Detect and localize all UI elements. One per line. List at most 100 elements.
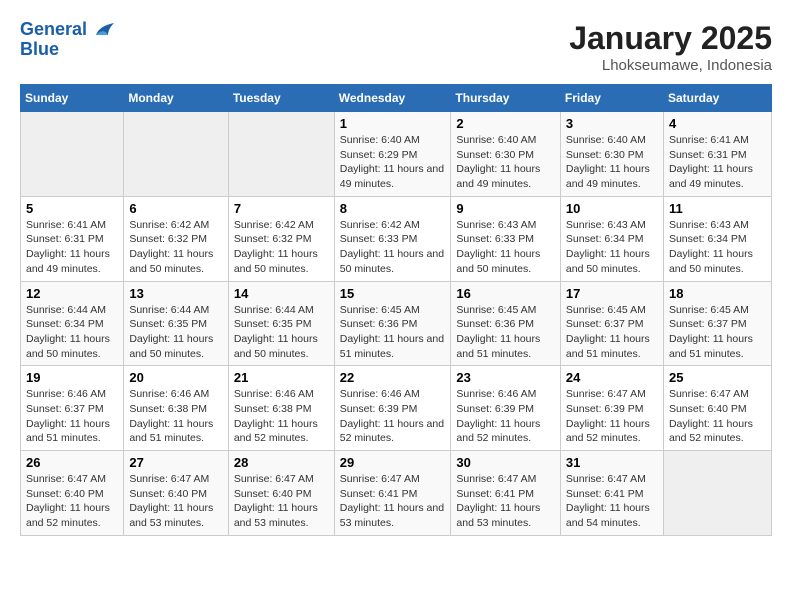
day-number: 3 [566,116,658,131]
daylight-text: Daylight: 11 hours and 50 minutes. [456,248,540,275]
sunset-text: Sunset: 6:37 PM [669,318,747,330]
day-cell: 23 Sunrise: 6:46 AM Sunset: 6:39 PM Dayl… [451,366,560,451]
week-row-4: 19 Sunrise: 6:46 AM Sunset: 6:37 PM Dayl… [21,366,772,451]
logo-bird-icon [94,21,116,39]
day-number: 13 [129,286,223,301]
sunrise-text: Sunrise: 6:47 AM [234,473,314,485]
day-number: 25 [669,370,766,385]
sunrise-text: Sunrise: 6:46 AM [456,388,536,400]
sunrise-text: Sunrise: 6:47 AM [669,388,749,400]
daylight-text: Daylight: 11 hours and 50 minutes. [129,333,213,360]
sunset-text: Sunset: 6:33 PM [456,233,534,245]
sunset-text: Sunset: 6:34 PM [566,233,644,245]
header-day-thursday: Thursday [451,85,560,112]
header-day-friday: Friday [560,85,663,112]
day-number: 14 [234,286,329,301]
day-cell: 6 Sunrise: 6:42 AM Sunset: 6:32 PM Dayli… [124,196,229,281]
sunrise-text: Sunrise: 6:41 AM [669,134,749,146]
daylight-text: Daylight: 11 hours and 52 minutes. [340,418,444,445]
day-cell: 10 Sunrise: 6:43 AM Sunset: 6:34 PM Dayl… [560,196,663,281]
daylight-text: Daylight: 11 hours and 52 minutes. [234,418,318,445]
day-cell: 17 Sunrise: 6:45 AM Sunset: 6:37 PM Dayl… [560,281,663,366]
sunrise-text: Sunrise: 6:46 AM [129,388,209,400]
sunrise-text: Sunrise: 6:40 AM [566,134,646,146]
day-cell: 15 Sunrise: 6:45 AM Sunset: 6:36 PM Dayl… [334,281,451,366]
daylight-text: Daylight: 11 hours and 50 minutes. [234,248,318,275]
sunset-text: Sunset: 6:32 PM [129,233,207,245]
day-number: 7 [234,201,329,216]
sunset-text: Sunset: 6:36 PM [456,318,534,330]
sunset-text: Sunset: 6:41 PM [340,488,418,500]
daylight-text: Daylight: 11 hours and 50 minutes. [129,248,213,275]
day-number: 22 [340,370,446,385]
sunset-text: Sunset: 6:35 PM [129,318,207,330]
day-number: 2 [456,116,554,131]
daylight-text: Daylight: 11 hours and 49 minutes. [669,163,753,190]
day-cell: 3 Sunrise: 6:40 AM Sunset: 6:30 PM Dayli… [560,112,663,197]
header-day-saturday: Saturday [663,85,771,112]
day-number: 8 [340,201,446,216]
sunrise-text: Sunrise: 6:44 AM [129,304,209,316]
sunset-text: Sunset: 6:33 PM [340,233,418,245]
day-number: 12 [26,286,118,301]
daylight-text: Daylight: 11 hours and 51 minutes. [26,418,110,445]
day-cell: 12 Sunrise: 6:44 AM Sunset: 6:34 PM Dayl… [21,281,124,366]
sunset-text: Sunset: 6:39 PM [340,403,418,415]
day-cell: 21 Sunrise: 6:46 AM Sunset: 6:38 PM Dayl… [228,366,334,451]
day-number: 1 [340,116,446,131]
daylight-text: Daylight: 11 hours and 53 minutes. [129,502,213,529]
day-number: 29 [340,455,446,470]
daylight-text: Daylight: 11 hours and 52 minutes. [566,418,650,445]
sunrise-text: Sunrise: 6:40 AM [340,134,420,146]
daylight-text: Daylight: 11 hours and 49 minutes. [566,163,650,190]
sunset-text: Sunset: 6:37 PM [26,403,104,415]
day-number: 10 [566,201,658,216]
day-number: 23 [456,370,554,385]
sunrise-text: Sunrise: 6:45 AM [669,304,749,316]
sunset-text: Sunset: 6:38 PM [129,403,207,415]
day-number: 21 [234,370,329,385]
day-cell: 20 Sunrise: 6:46 AM Sunset: 6:38 PM Dayl… [124,366,229,451]
daylight-text: Daylight: 11 hours and 50 minutes. [669,248,753,275]
sunset-text: Sunset: 6:41 PM [456,488,534,500]
day-number: 18 [669,286,766,301]
day-cell: 7 Sunrise: 6:42 AM Sunset: 6:32 PM Dayli… [228,196,334,281]
header-day-tuesday: Tuesday [228,85,334,112]
daylight-text: Daylight: 11 hours and 53 minutes. [234,502,318,529]
day-cell: 13 Sunrise: 6:44 AM Sunset: 6:35 PM Dayl… [124,281,229,366]
sunrise-text: Sunrise: 6:42 AM [129,219,209,231]
day-cell: 14 Sunrise: 6:44 AM Sunset: 6:35 PM Dayl… [228,281,334,366]
sunset-text: Sunset: 6:38 PM [234,403,312,415]
sunset-text: Sunset: 6:39 PM [566,403,644,415]
day-cell: 2 Sunrise: 6:40 AM Sunset: 6:30 PM Dayli… [451,112,560,197]
daylight-text: Daylight: 11 hours and 50 minutes. [234,333,318,360]
sunset-text: Sunset: 6:30 PM [566,149,644,161]
sunset-text: Sunset: 6:40 PM [129,488,207,500]
sunset-text: Sunset: 6:40 PM [26,488,104,500]
day-cell: 16 Sunrise: 6:45 AM Sunset: 6:36 PM Dayl… [451,281,560,366]
daylight-text: Daylight: 11 hours and 51 minutes. [669,333,753,360]
daylight-text: Daylight: 11 hours and 53 minutes. [456,502,540,529]
day-number: 30 [456,455,554,470]
logo-text-blue: Blue [20,40,116,60]
daylight-text: Daylight: 11 hours and 49 minutes. [26,248,110,275]
sunset-text: Sunset: 6:32 PM [234,233,312,245]
day-number: 20 [129,370,223,385]
day-cell: 18 Sunrise: 6:45 AM Sunset: 6:37 PM Dayl… [663,281,771,366]
logo: General Blue [20,20,116,60]
calendar-table: SundayMondayTuesdayWednesdayThursdayFrid… [20,84,772,536]
week-row-2: 5 Sunrise: 6:41 AM Sunset: 6:31 PM Dayli… [21,196,772,281]
sunrise-text: Sunrise: 6:47 AM [456,473,536,485]
day-number: 17 [566,286,658,301]
day-number: 31 [566,455,658,470]
day-cell: 24 Sunrise: 6:47 AM Sunset: 6:39 PM Dayl… [560,366,663,451]
daylight-text: Daylight: 11 hours and 54 minutes. [566,502,650,529]
day-cell: 25 Sunrise: 6:47 AM Sunset: 6:40 PM Dayl… [663,366,771,451]
daylight-text: Daylight: 11 hours and 51 minutes. [456,333,540,360]
header-day-monday: Monday [124,85,229,112]
day-number: 26 [26,455,118,470]
sunrise-text: Sunrise: 6:47 AM [26,473,106,485]
day-cell: 29 Sunrise: 6:47 AM Sunset: 6:41 PM Dayl… [334,451,451,536]
daylight-text: Daylight: 11 hours and 49 minutes. [456,163,540,190]
day-cell: 28 Sunrise: 6:47 AM Sunset: 6:40 PM Dayl… [228,451,334,536]
